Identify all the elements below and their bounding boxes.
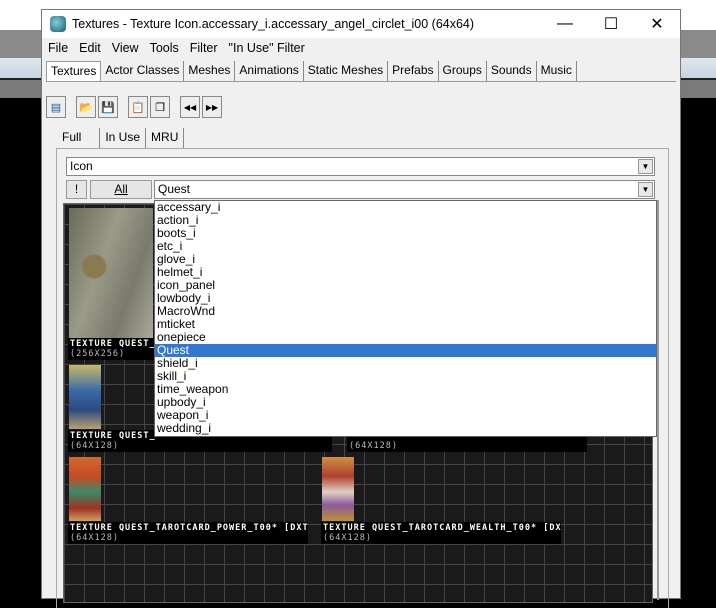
option-macrownd[interactable]: MacroWnd	[155, 305, 656, 318]
tab-groups[interactable]: Groups	[439, 61, 487, 81]
tab-full[interactable]: Full	[56, 128, 99, 148]
menu-tools[interactable]: Tools	[150, 41, 185, 55]
open-icon[interactable]: 📂	[76, 96, 96, 118]
tab-textures[interactable]: Textures	[46, 61, 102, 81]
option-onepiece[interactable]: onepiece	[155, 331, 656, 344]
package-value: Icon	[70, 159, 93, 173]
group-value: Quest	[158, 182, 191, 196]
viewer-scrollbar[interactable]	[657, 200, 659, 600]
toolbar: ▤ 📂 💾 📋 ❐ ◀◀ ▶▶	[46, 93, 222, 121]
texture-label: TEXTURE QUEST_TAROTCARD_WEALTH_T00* [DXT…	[321, 522, 561, 544]
texture-size: (64X128)	[70, 533, 119, 543]
texture-name: TEXTURE QUEST_	[70, 431, 156, 441]
tab-static-meshes[interactable]: Static Meshes	[304, 61, 389, 81]
minimize-button[interactable]: —	[542, 10, 588, 38]
browser-tabs: Textures Actor Classes Meshes Animations…	[46, 61, 676, 82]
option-etc-i[interactable]: etc_i	[155, 240, 656, 253]
option-upbody-i[interactable]: upbody_i	[155, 396, 656, 409]
tab-music[interactable]: Music	[537, 61, 577, 81]
group-dropdown-list[interactable]: accessary_i action_i boots_i etc_i glove…	[154, 200, 657, 437]
close-button[interactable]: ✕	[634, 10, 680, 38]
option-skill-i[interactable]: skill_i	[155, 370, 656, 383]
texture-thumbnail-map[interactable]	[69, 208, 153, 338]
tab-in-use[interactable]: In Use	[99, 128, 147, 148]
properties-icon[interactable]: 📋	[128, 96, 148, 118]
texture-name: TEXTURE QUEST_TAROTCARD_WEALTH_T00* [DXT…	[323, 523, 561, 533]
option-accessary-i[interactable]: accessary_i	[155, 201, 656, 214]
texture-thumbnail-power[interactable]	[69, 457, 101, 521]
option-lowbody-i[interactable]: lowbody_i	[155, 292, 656, 305]
texture-label: TEXTURE QUEST_TAROTCARD_POWER_T00* [DXT1…	[68, 522, 308, 544]
package-combo[interactable]: Icon ▼	[66, 157, 655, 176]
option-glove-i[interactable]: glove_i	[155, 253, 656, 266]
browser-icon[interactable]: ▤	[46, 96, 66, 118]
menu-in-use-filter[interactable]: "In Use" Filter	[229, 41, 311, 55]
texture-size: (64X128)	[323, 533, 372, 543]
option-mticket[interactable]: mticket	[155, 318, 656, 331]
texture-size: (64X128)	[70, 441, 119, 451]
option-wedding-i[interactable]: wedding_i	[155, 422, 656, 435]
group-combo[interactable]: Quest ▼	[154, 180, 655, 199]
textures-window: Textures - Texture Icon.accessary_i.acce…	[41, 9, 681, 608]
save-icon[interactable]: 💾	[98, 96, 118, 118]
tab-actor-classes[interactable]: Actor Classes	[101, 61, 185, 81]
maximize-button[interactable]: ☐	[588, 10, 634, 38]
texture-size: (256X256)	[70, 349, 126, 359]
tab-animations[interactable]: Animations	[235, 61, 304, 81]
prev-icon[interactable]: ◀◀	[180, 96, 200, 118]
title-bar[interactable]: Textures - Texture Icon.accessary_i.acce…	[42, 10, 680, 38]
option-shield-i[interactable]: shield_i	[155, 357, 656, 370]
tab-mru[interactable]: MRU	[146, 128, 185, 148]
tab-sounds[interactable]: Sounds	[487, 61, 537, 81]
texture-name: TEXTURE QUEST_TAROTCARD_POWER_T00* [DXT1…	[70, 523, 308, 533]
menu-edit[interactable]: Edit	[79, 41, 107, 55]
menu-view[interactable]: View	[112, 41, 145, 55]
chevron-down-icon[interactable]: ▼	[638, 182, 653, 197]
texture-label: TEXTURE QUEST_ (256X256)	[68, 338, 156, 360]
option-icon-panel[interactable]: icon_panel	[155, 279, 656, 292]
option-weapon-i[interactable]: weapon_i	[155, 409, 656, 422]
option-action-i[interactable]: action_i	[155, 214, 656, 227]
menu-file[interactable]: File	[48, 41, 74, 55]
menu-filter[interactable]: Filter	[190, 41, 224, 55]
next-icon[interactable]: ▶▶	[202, 96, 222, 118]
all-button[interactable]: All	[90, 180, 152, 199]
option-boots-i[interactable]: boots_i	[155, 227, 656, 240]
texture-name: TEXTURE QUEST_	[70, 339, 156, 349]
tab-meshes[interactable]: Meshes	[184, 61, 236, 81]
option-time-weapon[interactable]: time_weapon	[155, 383, 656, 396]
option-quest[interactable]: Quest	[155, 344, 656, 357]
texture-thumbnail-wealth[interactable]	[322, 457, 354, 521]
tab-prefabs[interactable]: Prefabs	[388, 61, 439, 81]
texture-thumbnail[interactable]	[69, 365, 101, 429]
view-tabs: Full In Use MRU	[56, 128, 185, 148]
chevron-down-icon[interactable]: ▼	[638, 159, 653, 174]
app-icon	[50, 16, 66, 32]
copy-icon[interactable]: ❐	[150, 96, 170, 118]
invert-filter-button[interactable]: !	[66, 180, 87, 199]
texture-size: (64X128)	[349, 441, 398, 451]
window-title: Textures - Texture Icon.accessary_i.acce…	[72, 17, 475, 31]
menu-bar: File Edit View Tools Filter "In Use" Fil…	[48, 41, 316, 55]
option-helmet-i[interactable]: helmet_i	[155, 266, 656, 279]
